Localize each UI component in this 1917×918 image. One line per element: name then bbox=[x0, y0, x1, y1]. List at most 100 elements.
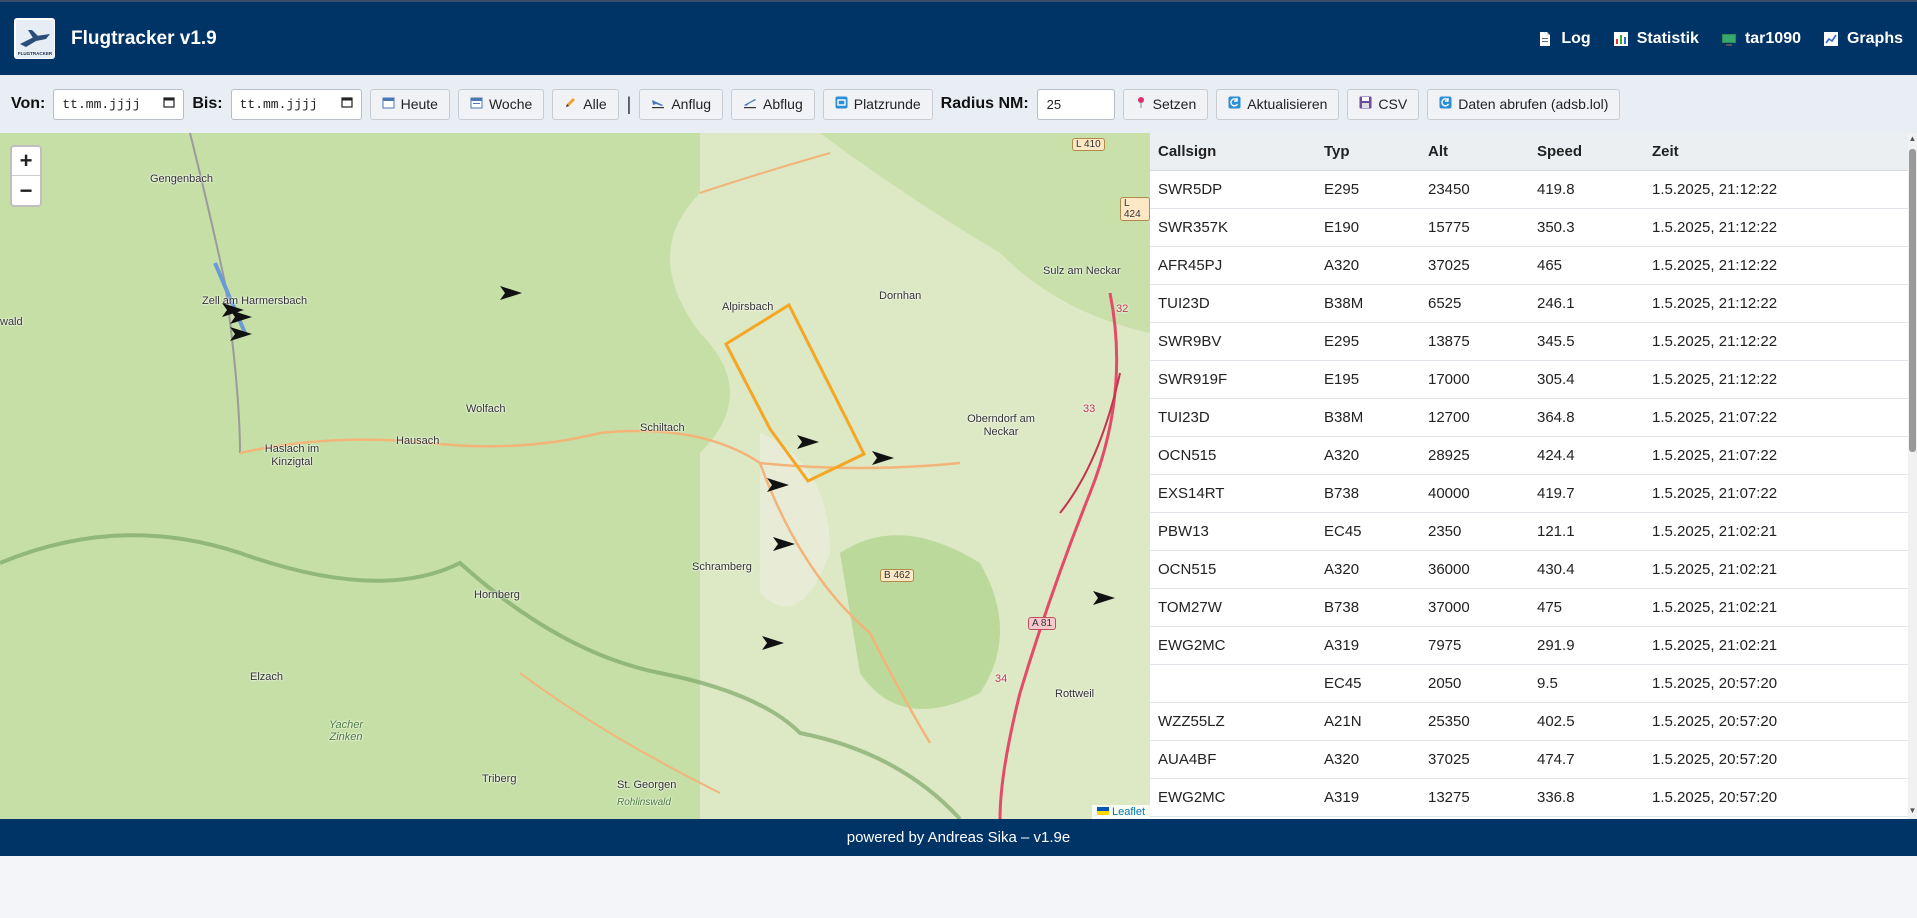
fetch-data-button[interactable]: Daten abrufen (adsb.lol) bbox=[1427, 88, 1621, 120]
type-cell: A320 bbox=[1316, 740, 1420, 779]
table-row[interactable]: TUI23D B38M 12700 364.8 1.5.2025, 21:07:22 bbox=[1150, 398, 1908, 437]
callsign-cell: OCN515 bbox=[1150, 550, 1316, 589]
callsign-cell: SWR5DP bbox=[1150, 170, 1316, 209]
place-label: Yacher Zinken bbox=[328, 719, 364, 743]
speed-cell: 424.4 bbox=[1529, 436, 1644, 475]
speed-cell: 291.9 bbox=[1529, 626, 1644, 665]
app-title: Flugtracker v1.9 bbox=[71, 27, 217, 49]
table-row[interactable]: EWG2MC A319 13275 336.8 1.5.2025, 20:57:20 bbox=[1150, 778, 1908, 817]
departure-button[interactable]: Abflug bbox=[731, 88, 815, 120]
altitude-cell: 2050 bbox=[1420, 664, 1529, 703]
callsign-cell: TOM27W bbox=[1150, 588, 1316, 627]
type-cell: B38M bbox=[1316, 284, 1420, 323]
set-button[interactable]: Setzen bbox=[1122, 88, 1209, 120]
callsign-cell: TUI23D bbox=[1150, 398, 1316, 437]
speed-cell: 246.1 bbox=[1529, 284, 1644, 323]
nav-statistik[interactable]: Statistik bbox=[1613, 30, 1699, 48]
speed-cell: 350.3 bbox=[1529, 208, 1644, 247]
table-scrollbar[interactable]: ▲ ▼ bbox=[1908, 133, 1917, 819]
speed-cell: 305.4 bbox=[1529, 360, 1644, 399]
scroll-down-icon[interactable]: ▼ bbox=[1908, 806, 1917, 818]
altitude-cell: 37025 bbox=[1420, 740, 1529, 779]
to-date-input[interactable]: tt.mm.jjjj bbox=[230, 88, 362, 120]
table-row[interactable]: AFR45PJ A320 37025 465 1.5.2025, 21:12:22 bbox=[1150, 246, 1908, 285]
speed-cell: 475 bbox=[1529, 588, 1644, 627]
column-header[interactable]: Zeit bbox=[1644, 133, 1908, 171]
type-cell: A320 bbox=[1316, 436, 1420, 475]
zoom-in-button[interactable]: + bbox=[12, 147, 40, 176]
nav-graphs[interactable]: Graphs bbox=[1823, 30, 1903, 48]
altitude-cell: 17000 bbox=[1420, 360, 1529, 399]
table-row[interactable]: SWR5DP E295 23450 419.8 1.5.2025, 21:12:22 bbox=[1150, 170, 1908, 209]
callsign-cell: AUA4BF bbox=[1150, 740, 1316, 779]
map-attribution[interactable]: Leaflet bbox=[1091, 805, 1150, 819]
place-label: wald bbox=[0, 316, 23, 328]
table-row[interactable]: SWR919F E195 17000 305.4 1.5.2025, 21:12:22 bbox=[1150, 360, 1908, 399]
map-view[interactable]: Gengenbach Zell am Harmersbach wald Alpi… bbox=[0, 133, 1150, 819]
zoom-out-button[interactable]: − bbox=[12, 176, 40, 205]
nav-tar1090[interactable]: tar1090 bbox=[1721, 30, 1801, 48]
altitude-cell: 40000 bbox=[1420, 474, 1529, 513]
nav-tar1090-label: tar1090 bbox=[1744, 29, 1801, 47]
speed-cell: 345.5 bbox=[1529, 322, 1644, 361]
altitude-cell: 28925 bbox=[1420, 436, 1529, 475]
csv-button[interactable]: CSV bbox=[1347, 88, 1420, 120]
nav-log[interactable]: Log bbox=[1537, 30, 1591, 48]
scroll-thumb[interactable] bbox=[1909, 149, 1916, 452]
all-button[interactable]: Alle bbox=[552, 88, 619, 120]
table-row[interactable]: SWR9BV E295 13875 345.5 1.5.2025, 21:12:22 bbox=[1150, 322, 1908, 361]
callsign-cell: SWR9BV bbox=[1150, 322, 1316, 361]
place-label: Rohlinswald bbox=[617, 797, 671, 808]
callsign-cell: WZZ55LZ bbox=[1150, 702, 1316, 741]
footer-text: powered by Andreas Sika – v1.9e bbox=[846, 829, 1071, 846]
table-row[interactable]: TOM27W B738 37000 475 1.5.2025, 21:02:21 bbox=[1150, 588, 1908, 627]
table-row[interactable]: EC45 2050 9.5 1.5.2025, 20:57:20 bbox=[1150, 664, 1908, 703]
type-cell: EC45 bbox=[1316, 512, 1420, 551]
from-date-input[interactable]: tt.mm.jjjj bbox=[53, 88, 185, 120]
save-icon bbox=[1359, 96, 1372, 112]
table-row[interactable]: PBW13 EC45 2350 121.1 1.5.2025, 21:02:21 bbox=[1150, 512, 1908, 551]
table-row[interactable]: SWR357K E190 15775 350.3 1.5.2025, 21:12:22 bbox=[1150, 208, 1908, 247]
document-icon bbox=[1537, 31, 1553, 47]
column-header[interactable]: Speed bbox=[1529, 133, 1644, 171]
table-row[interactable]: OCN515 A320 28925 424.4 1.5.2025, 21:07:22 bbox=[1150, 436, 1908, 475]
time-cell: 1.5.2025, 21:12:22 bbox=[1644, 360, 1908, 399]
svg-text:FLUGTRACKER: FLUGTRACKER bbox=[17, 51, 52, 56]
table-row[interactable]: EWG2MC A319 7975 291.9 1.5.2025, 21:02:21 bbox=[1150, 626, 1908, 665]
callsign-cell bbox=[1150, 664, 1316, 703]
refresh-button[interactable]: Aktualisieren bbox=[1216, 88, 1340, 120]
table-row[interactable]: AUA4BF A320 37025 474.7 1.5.2025, 20:57:20 bbox=[1150, 740, 1908, 779]
place-label: Triberg bbox=[482, 773, 517, 785]
table-row[interactable]: TUI23D B38M 6525 246.1 1.5.2025, 21:12:22 bbox=[1150, 284, 1908, 323]
table-row[interactable]: WZZ55LZ A21N 25350 402.5 1.5.2025, 20:57:20 bbox=[1150, 702, 1908, 741]
set-label: Setzen bbox=[1152, 96, 1197, 112]
today-button[interactable]: Heute bbox=[369, 88, 450, 120]
zoom-control: + − bbox=[10, 145, 42, 207]
attribution-link[interactable]: Leaflet bbox=[1112, 806, 1145, 818]
circuit-button[interactable]: Platzrunde bbox=[822, 88, 933, 120]
column-header[interactable]: Alt bbox=[1420, 133, 1529, 171]
speed-cell: 402.5 bbox=[1529, 702, 1644, 741]
type-cell: A319 bbox=[1316, 626, 1420, 665]
altitude-cell: 15775 bbox=[1420, 208, 1529, 247]
nav-statistik-label: Statistik bbox=[1636, 29, 1699, 47]
callsign-cell: EXS14RT bbox=[1150, 474, 1316, 513]
speed-cell: 9.5 bbox=[1529, 664, 1644, 703]
table-row[interactable]: OCN515 A320 36000 430.4 1.5.2025, 21:02:21 bbox=[1150, 550, 1908, 589]
csv-label: CSV bbox=[1378, 96, 1408, 112]
line-chart-icon bbox=[1823, 31, 1839, 47]
altitude-cell: 23450 bbox=[1420, 170, 1529, 209]
callsign-cell: SWR919F bbox=[1150, 360, 1316, 399]
approach-button[interactable]: Anflug bbox=[639, 88, 724, 120]
type-cell: A320 bbox=[1316, 550, 1420, 589]
column-header[interactable]: Typ bbox=[1316, 133, 1420, 171]
table-row[interactable]: EXS14RT B738 40000 419.7 1.5.2025, 21:07:22 bbox=[1150, 474, 1908, 513]
time-cell: 1.5.2025, 20:57:20 bbox=[1644, 664, 1908, 703]
column-header[interactable]: Callsign bbox=[1150, 133, 1316, 171]
speed-cell: 121.1 bbox=[1529, 512, 1644, 551]
monitor-icon bbox=[1721, 31, 1737, 47]
filter-toolbar: Von: tt.mm.jjjj Bis: tt.mm.jjjj Heute Wo… bbox=[0, 75, 1917, 133]
week-button[interactable]: Woche bbox=[457, 88, 545, 120]
scroll-up-icon[interactable]: ▲ bbox=[1908, 134, 1917, 146]
radius-input[interactable]: 25 bbox=[1036, 88, 1115, 120]
